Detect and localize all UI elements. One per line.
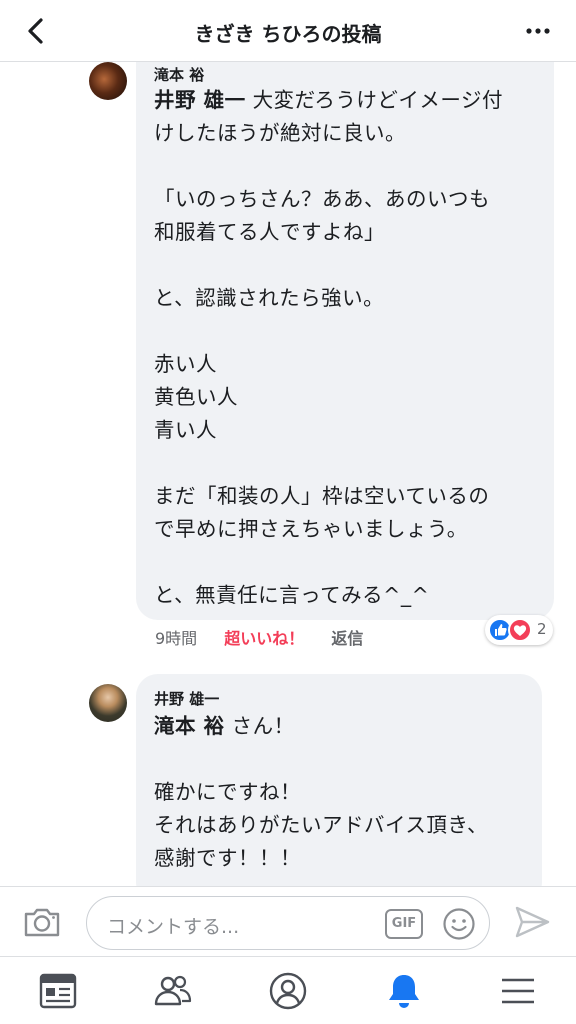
comment-composer: コメントする... GIF (0, 886, 576, 956)
reaction-count: 2 (537, 620, 547, 638)
comment-body: 大変だろうけどイメージ付 けしたほうが絶対に良い。 「いのっちさん？ああ、あのい… (154, 88, 504, 607)
comment-input[interactable]: コメントする... GIF (86, 896, 490, 950)
news-feed-icon[interactable] (38, 971, 78, 1011)
heart-icon (508, 618, 532, 642)
comment-actions: 9時間 超いいね！ 返信 (155, 625, 385, 649)
avatar[interactable] (89, 62, 127, 100)
reaction-button[interactable]: 超いいね！ (224, 629, 304, 648)
comment-bubble: 井野 雄一 滝本 裕 さん！ 確かにですね！ それはありがたいアドバイス頂き、 … (136, 674, 542, 886)
comment-text: 滝本 裕 さん！ 確かにですね！ それはありがたいアドバイス頂き、 感謝です！！… (154, 710, 488, 875)
send-icon[interactable] (512, 903, 552, 941)
profile-icon[interactable] (268, 971, 308, 1011)
comment-placeholder: コメントする... (107, 916, 240, 938)
comment-time: 9時間 (155, 629, 198, 648)
comment-author[interactable]: 井野 雄一 (154, 688, 219, 709)
top-bar: きざき ちひろの投稿 (0, 0, 576, 62)
notifications-bell-icon[interactable] (384, 971, 424, 1011)
smiley-icon[interactable] (442, 907, 476, 941)
mention-link[interactable]: 滝本 裕 (154, 714, 225, 738)
comment-text: 井野 雄一 大変だろうけどイメージ付 けしたほうが絶対に良い。 「いのっちさん？… (154, 84, 503, 612)
menu-icon[interactable] (498, 971, 538, 1011)
gif-button[interactable]: GIF (385, 909, 423, 939)
comment-author[interactable]: 滝本 裕 (154, 64, 204, 85)
more-horizontal-icon[interactable] (520, 16, 556, 46)
friends-icon[interactable] (153, 971, 193, 1011)
avatar[interactable] (89, 684, 127, 722)
comment-bubble: 滝本 裕 井野 雄一 大変だろうけどイメージ付 けしたほうが絶対に良い。 「いの… (136, 62, 554, 620)
comment-list: 滝本 裕 井野 雄一 大変だろうけどイメージ付 けしたほうが絶対に良い。 「いの… (0, 62, 576, 886)
mention-link[interactable]: 井野 雄一 (154, 88, 246, 112)
camera-icon[interactable] (22, 904, 62, 940)
reply-button[interactable]: 返信 (331, 629, 363, 648)
reaction-summary[interactable]: 2 (485, 615, 553, 645)
bottom-navigation (0, 956, 576, 1024)
page-title: きざき ちひろの投稿 (194, 22, 382, 46)
